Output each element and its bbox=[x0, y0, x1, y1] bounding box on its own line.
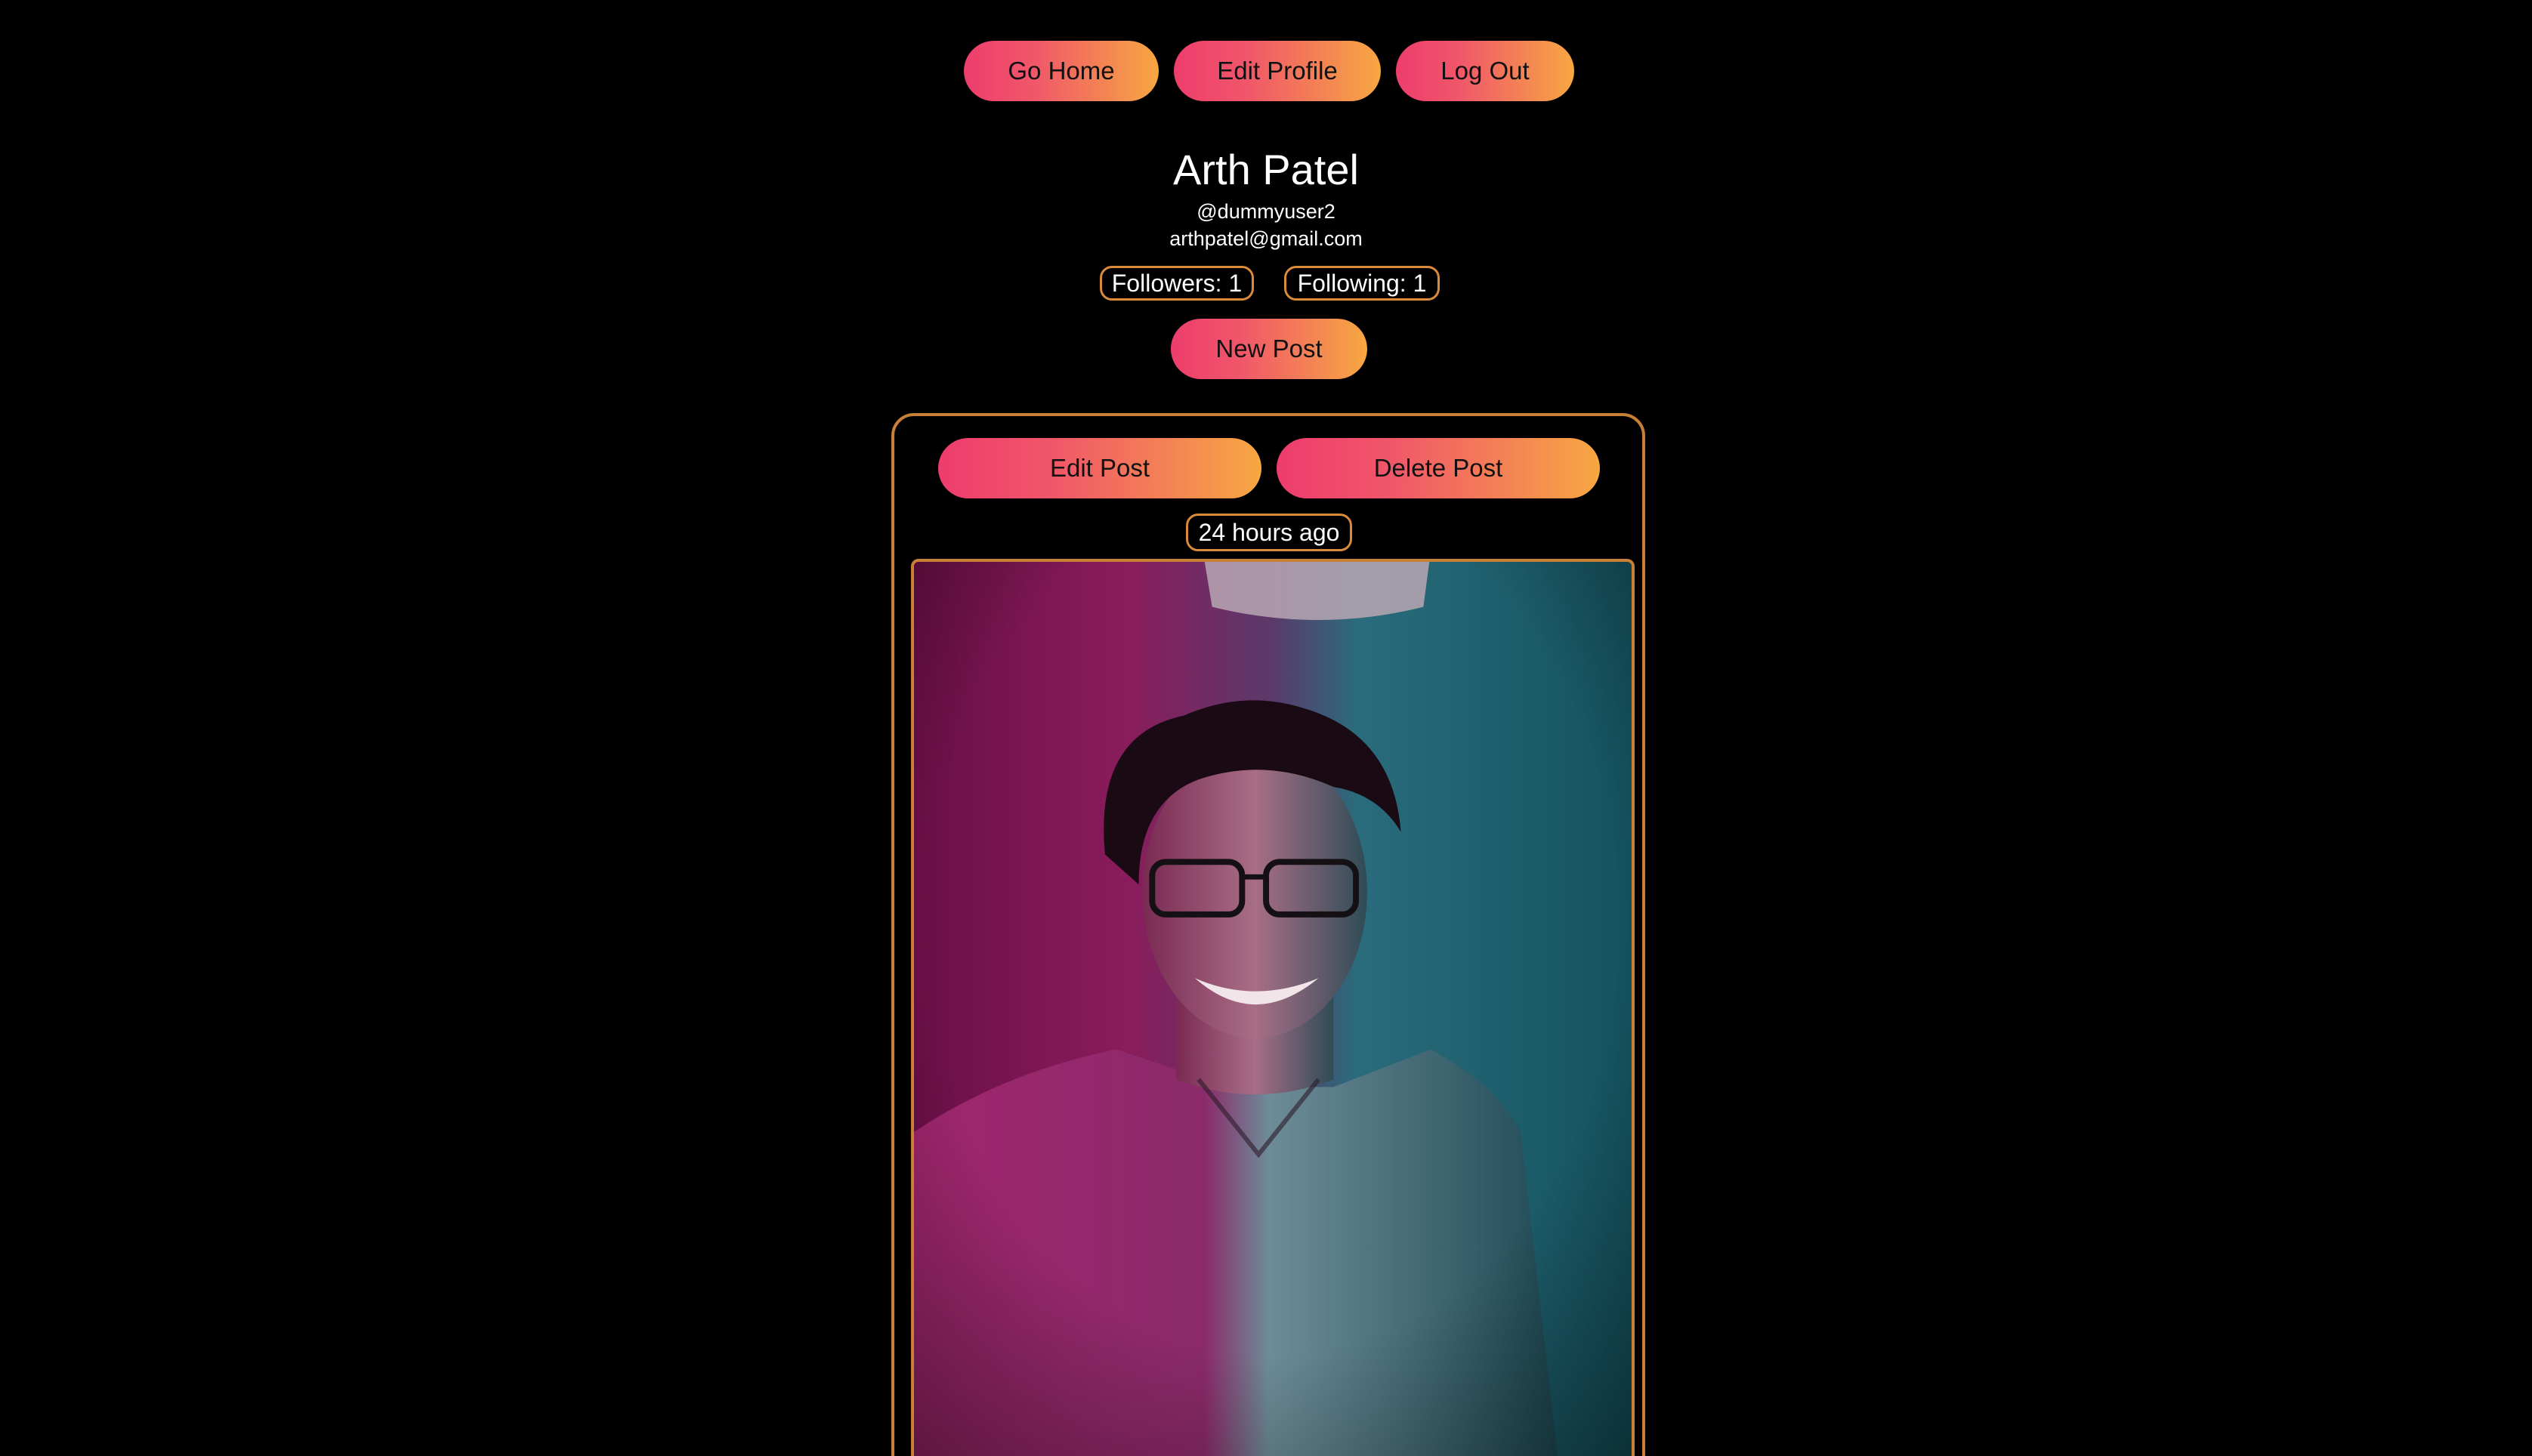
profile-page: Go Home Edit Profile Log Out Arth Patel … bbox=[0, 0, 2532, 1456]
profile-handle: @dummyuser2 bbox=[1197, 200, 1335, 223]
profile-name: Arth Patel bbox=[1173, 146, 1359, 193]
log-out-button[interactable]: Log Out bbox=[1396, 41, 1574, 101]
post-photo[interactable] bbox=[911, 559, 1635, 1456]
edit-profile-button[interactable]: Edit Profile bbox=[1174, 41, 1381, 101]
profile-email: arthpatel@gmail.com bbox=[1169, 227, 1363, 250]
delete-post-button[interactable]: Delete Post bbox=[1277, 438, 1600, 498]
followers-count[interactable]: Followers: 1 bbox=[1100, 266, 1254, 301]
portrait-photo-illustration bbox=[914, 562, 1632, 1456]
go-home-button[interactable]: Go Home bbox=[964, 41, 1159, 101]
new-post-button[interactable]: New Post bbox=[1171, 319, 1367, 379]
following-count[interactable]: Following: 1 bbox=[1284, 266, 1440, 301]
edit-post-button[interactable]: Edit Post bbox=[938, 438, 1261, 498]
post-timestamp: 24 hours ago bbox=[1186, 514, 1352, 551]
